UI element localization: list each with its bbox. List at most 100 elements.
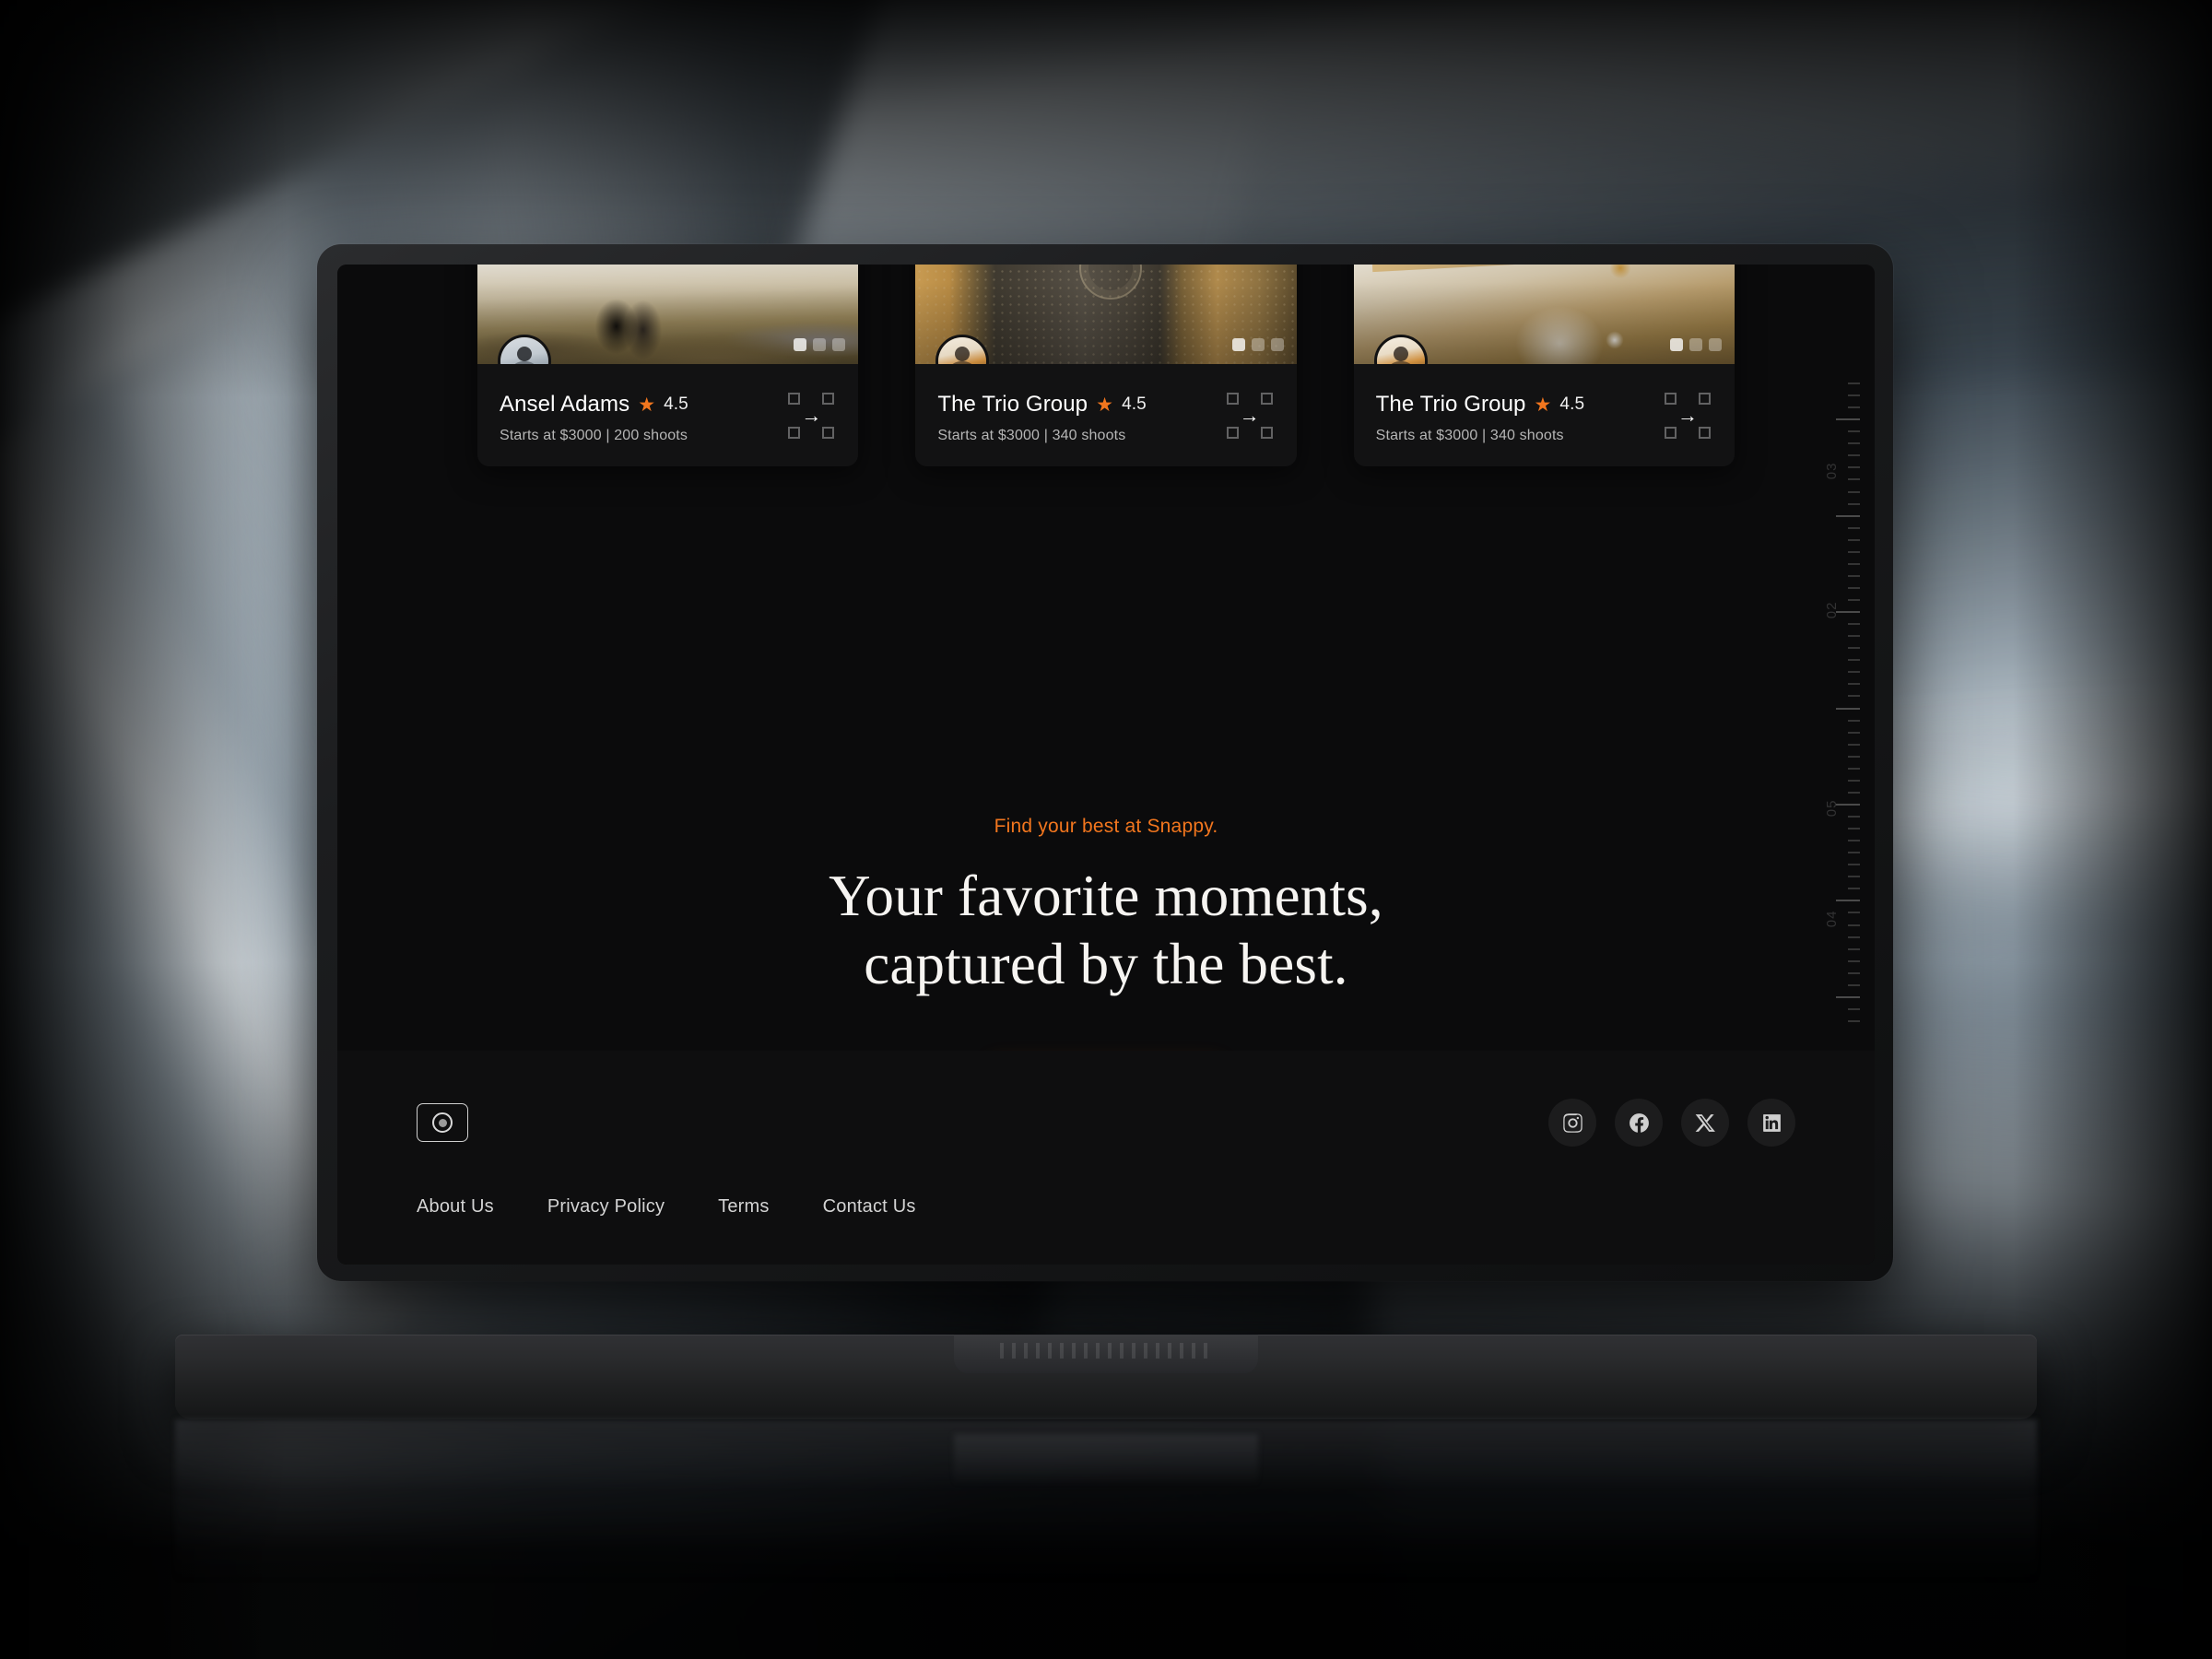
ruler-tick	[1848, 599, 1860, 601]
ruler-tick	[1848, 791, 1860, 794]
photographer-card[interactable]: The Trio Group ★ 4.5 Starts at $3000 | 3…	[915, 265, 1297, 466]
footer-links: About Us Privacy Policy Terms Contact Us	[417, 1196, 1795, 1218]
photographer-card[interactable]: The Trio Group ★ 4.5 Starts at $3000 | 3…	[1353, 265, 1735, 466]
photographer-name: The Trio Group	[937, 392, 1088, 417]
rating-value: 4.5	[1122, 394, 1147, 414]
ruler-tick	[1848, 623, 1860, 626]
ruler-tick	[1848, 394, 1860, 397]
linkedin-icon[interactable]	[1747, 1099, 1795, 1147]
ruler-tick	[1848, 683, 1860, 686]
ruler-tick	[1848, 983, 1860, 986]
view-profile-button[interactable]: →	[1664, 392, 1711, 439]
carousel-dot[interactable]	[1270, 338, 1284, 351]
vignette-right	[2013, 0, 2212, 1659]
carousel-dot[interactable]	[1708, 338, 1722, 351]
footer-link-privacy-policy[interactable]: Privacy Policy	[547, 1196, 665, 1218]
headline-line-1: Your favorite moments,	[829, 864, 1383, 928]
carousel-dot[interactable]	[1231, 338, 1245, 351]
ruler-tick	[1848, 755, 1860, 758]
card-title: The Trio Group ★ 4.5	[937, 392, 1274, 418]
card-media	[477, 265, 859, 364]
hero-eyebrow: Find your best at Snappy.	[994, 816, 1218, 837]
ruler-tick	[1848, 935, 1860, 938]
ruler-tick	[1848, 526, 1860, 529]
carousel-dots[interactable]	[1669, 338, 1722, 351]
ruler-label: 04	[1824, 910, 1841, 928]
footer-top-row	[417, 1099, 1795, 1147]
ruler-tick	[1848, 876, 1860, 878]
photographer-card-row: Ansel Adams ★ 4.5 Starts at $3000 | 200 …	[337, 265, 1875, 466]
card-body: The Trio Group ★ 4.5 Starts at $3000 | 3…	[915, 364, 1297, 466]
ruler-label: 05	[1824, 799, 1841, 818]
laptop-base-notch	[954, 1335, 1258, 1373]
laptop-lid: Ansel Adams ★ 4.5 Starts at $3000 | 200 …	[317, 244, 1893, 1281]
ruler-tick	[1848, 743, 1860, 746]
ruler-tick	[1848, 442, 1860, 445]
carousel-dot[interactable]	[1251, 338, 1265, 351]
card-title: The Trio Group ★ 4.5	[1376, 392, 1712, 418]
laptop-mockup: Ansel Adams ★ 4.5 Starts at $3000 | 200 …	[317, 244, 1893, 1281]
ruler-tick	[1848, 430, 1860, 433]
ruler-tick	[1836, 707, 1860, 710]
footer-link-about-us[interactable]: About Us	[417, 1196, 494, 1218]
facebook-icon[interactable]	[1615, 1099, 1663, 1147]
lens-icon	[432, 1112, 453, 1133]
avatar	[498, 335, 551, 364]
card-meta: Starts at $3000 | 200 shoots	[500, 428, 688, 443]
rating-value: 4.5	[1559, 394, 1585, 414]
instagram-icon[interactable]	[1548, 1099, 1596, 1147]
ruler-tick	[1848, 924, 1860, 926]
carousel-dot[interactable]	[1688, 338, 1702, 351]
star-icon: ★	[638, 394, 656, 416]
footer: About Us Privacy Policy Terms Contact Us	[337, 1051, 1875, 1265]
footer-link-contact-us[interactable]: Contact Us	[823, 1196, 916, 1218]
view-profile-button[interactable]: →	[788, 392, 835, 439]
view-profile-button[interactable]: →	[1226, 392, 1273, 439]
x-twitter-icon[interactable]	[1681, 1099, 1729, 1147]
ruler-tick	[1848, 550, 1860, 553]
photographer-card[interactable]: Ansel Adams ★ 4.5 Starts at $3000 | 200 …	[477, 265, 859, 466]
card-media	[1353, 265, 1735, 364]
page-scroll-ruler[interactable]: 03 02 05 04	[1818, 382, 1860, 1032]
ruler-tick	[1836, 900, 1860, 902]
ruler-tick	[1848, 828, 1860, 830]
avatar	[935, 335, 990, 364]
ruler-tick	[1848, 1019, 1860, 1022]
social-links	[1548, 1099, 1795, 1147]
ruler-tick	[1848, 586, 1860, 589]
webpage: Ansel Adams ★ 4.5 Starts at $3000 | 200 …	[337, 265, 1875, 1265]
ruler-tick	[1848, 852, 1860, 854]
ruler-tick	[1848, 912, 1860, 914]
ruler-tick	[1848, 731, 1860, 734]
headline-line-2: captured by the best.	[864, 932, 1348, 997]
ruler-label: 02	[1824, 601, 1841, 619]
ruler-tick	[1836, 514, 1860, 517]
photographer-name: Ansel Adams	[500, 392, 630, 417]
card-title: Ansel Adams ★ 4.5	[500, 392, 836, 418]
ruler-tick	[1848, 971, 1860, 974]
laptop-base	[175, 1335, 2037, 1419]
ruler-tick	[1848, 647, 1860, 650]
ruler-tick	[1848, 840, 1860, 842]
ruler-tick	[1848, 816, 1860, 818]
laptop-screen: Ansel Adams ★ 4.5 Starts at $3000 | 200 …	[337, 265, 1875, 1265]
footer-link-terms[interactable]: Terms	[718, 1196, 769, 1218]
card-media	[915, 265, 1297, 364]
laptop-reflection-notch	[954, 1434, 1258, 1486]
card-meta: Starts at $3000 | 340 shoots	[937, 428, 1126, 443]
carousel-dot[interactable]	[832, 338, 846, 351]
carousel-dot[interactable]	[813, 338, 827, 351]
carousel-dot[interactable]	[794, 338, 807, 351]
ruler-tick	[1848, 888, 1860, 890]
ruler-tick	[1848, 502, 1860, 505]
ruler-tick	[1848, 382, 1860, 384]
carousel-dots[interactable]	[794, 338, 846, 351]
ruler-tick	[1848, 454, 1860, 457]
arrow-right-icon: →	[1677, 403, 1698, 427]
ruler-tick	[1848, 864, 1860, 866]
ruler-tick	[1848, 478, 1860, 481]
camera-icon[interactable]	[417, 1103, 468, 1142]
carousel-dots[interactable]	[1231, 338, 1284, 351]
ruler-tick	[1848, 719, 1860, 722]
carousel-dot[interactable]	[1669, 338, 1683, 351]
